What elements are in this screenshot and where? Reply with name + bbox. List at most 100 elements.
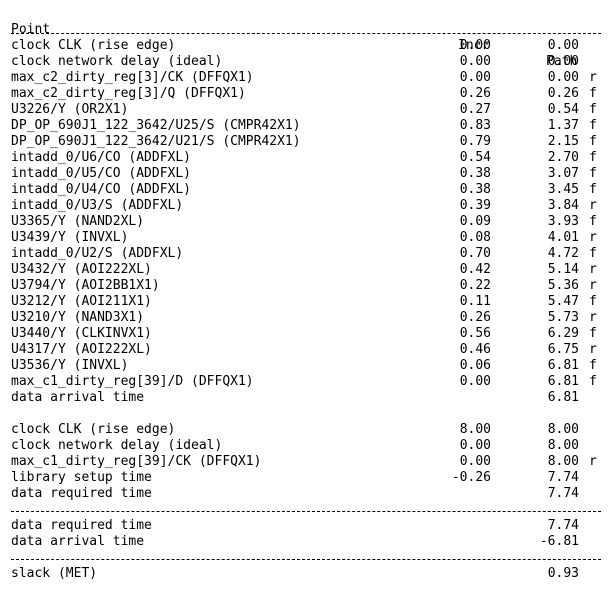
path-cell: 2.15	[547, 134, 579, 149]
separator-required	[11, 511, 601, 512]
incr-cell: 0.26	[459, 310, 491, 325]
edge-cell: f	[589, 246, 597, 261]
point-cell: U3794/Y (AOI2BB1X1)	[11, 278, 160, 293]
timing-row: data required time 7.74	[0, 486, 610, 502]
incr-cell: 0.00	[459, 38, 491, 53]
point-cell: intadd_0/U4/CO (ADDFXL)	[11, 182, 192, 197]
path-cell: 1.37	[547, 118, 579, 133]
path-cell: 0.93	[547, 566, 579, 581]
path-cell: 8.00	[547, 422, 579, 437]
point-cell: slack (MET)	[11, 566, 98, 581]
incr-cell: 0.46	[459, 342, 491, 357]
incr-cell: 0.70	[459, 246, 491, 261]
timing-row: U3432/Y (AOI222XL) 0.42 5.14 r	[0, 262, 610, 278]
edge-cell: f	[589, 374, 597, 389]
separator-slack	[11, 559, 601, 560]
path-cell: 0.00	[547, 38, 579, 53]
edge-cell: f	[589, 326, 597, 341]
path-cell: 0.00	[547, 54, 579, 69]
timing-row: U3212/Y (AOI211X1) 0.11 5.47 f	[0, 294, 610, 310]
incr-cell: 0.08	[459, 230, 491, 245]
timing-row: U3226/Y (OR2X1) 0.27 0.54 f	[0, 102, 610, 118]
path-cell: 8.00	[547, 438, 579, 453]
edge-cell: r	[589, 198, 597, 213]
point-cell: data required time	[11, 518, 152, 533]
path-cell: 7.74	[547, 486, 579, 501]
timing-row: U3440/Y (CLKINVX1) 0.56 6.29 f	[0, 326, 610, 342]
point-cell: U4317/Y (AOI222XL)	[11, 342, 152, 357]
path-cell: 5.14	[547, 262, 579, 277]
incr-cell: 0.00	[459, 438, 491, 453]
incr-cell: -0.26	[451, 470, 491, 485]
incr-cell: 0.00	[459, 54, 491, 69]
edge-cell: f	[589, 214, 597, 229]
path-cell: 0.26	[547, 86, 579, 101]
point-cell: clock CLK (rise edge)	[11, 38, 176, 53]
edge-cell: f	[589, 358, 597, 373]
timing-row: intadd_0/U5/CO (ADDFXL) 0.38 3.07 f	[0, 166, 610, 182]
incr-cell: 0.09	[459, 214, 491, 229]
path-cell: 4.72	[547, 246, 579, 261]
incr-cell: 0.11	[459, 294, 491, 309]
timing-row: data required time 7.74	[0, 518, 610, 534]
path-cell: 3.93	[547, 214, 579, 229]
edge-cell: f	[589, 150, 597, 165]
timing-row: library setup time -0.26 7.74	[0, 470, 610, 486]
timing-row: intadd_0/U2/S (ADDFXL) 0.70 4.72 f	[0, 246, 610, 262]
edge-cell: r	[589, 342, 597, 357]
incr-cell: 0.27	[459, 102, 491, 117]
point-cell: U3440/Y (CLKINVX1)	[11, 326, 152, 341]
header-row: Point Incr Path	[0, 6, 610, 69]
point-cell: max_c2_dirty_reg[3]/Q (DFFQX1)	[11, 86, 246, 101]
edge-cell: r	[589, 278, 597, 293]
point-cell: intadd_0/U6/CO (ADDFXL)	[11, 150, 192, 165]
point-cell: max_c1_dirty_reg[39]/CK (DFFQX1)	[11, 454, 262, 469]
timing-row: U3536/Y (INVXL) 0.06 6.81 f	[0, 358, 610, 374]
incr-cell: 0.83	[459, 118, 491, 133]
point-cell: intadd_0/U5/CO (ADDFXL)	[11, 166, 192, 181]
timing-row: intadd_0/U6/CO (ADDFXL) 0.54 2.70 f	[0, 150, 610, 166]
incr-cell: 0.00	[459, 454, 491, 469]
incr-cell: 0.00	[459, 70, 491, 85]
path-cell: 8.00	[547, 454, 579, 469]
timing-report: Point Incr Path clock CLK (rise edge) 0.0…	[0, 0, 610, 595]
point-cell: clock network delay (ideal)	[11, 438, 223, 453]
path-cell: -6.81	[539, 534, 579, 549]
timing-row: clock network delay (ideal) 0.00 0.00	[0, 54, 610, 70]
path-cell: 3.07	[547, 166, 579, 181]
timing-row: DP_OP_690J1_122_3642/U21/S (CMPR42X1) 0.7…	[0, 134, 610, 150]
incr-cell: 0.22	[459, 278, 491, 293]
timing-row: U3794/Y (AOI2BB1X1) 0.22 5.36 r	[0, 278, 610, 294]
timing-row: data arrival time -6.81	[0, 534, 610, 550]
path-cell: 0.00	[547, 70, 579, 85]
edge-cell: r	[589, 262, 597, 277]
path-cell: 3.45	[547, 182, 579, 197]
timing-row: max_c2_dirty_reg[3]/CK (DFFQX1) 0.00 0.00 r	[0, 70, 610, 86]
path-cell: 5.36	[547, 278, 579, 293]
incr-cell: 0.26	[459, 86, 491, 101]
path-cell: 4.01	[547, 230, 579, 245]
point-cell: clock CLK (rise edge)	[11, 422, 176, 437]
edge-cell: f	[589, 118, 597, 133]
incr-cell: 0.38	[459, 182, 491, 197]
path-cell: 6.29	[547, 326, 579, 341]
incr-cell: 0.56	[459, 326, 491, 341]
incr-cell: 0.79	[459, 134, 491, 149]
edge-cell: f	[589, 86, 597, 101]
path-cell: 2.70	[547, 150, 579, 165]
point-cell: library setup time	[11, 470, 152, 485]
timing-row: U3210/Y (NAND3X1) 0.26 5.73 r	[0, 310, 610, 326]
point-cell: U3536/Y (INVXL)	[11, 358, 129, 373]
point-cell: DP_OP_690J1_122_3642/U21/S (CMPR42X1)	[11, 134, 301, 149]
path-cell: 7.74	[547, 470, 579, 485]
edge-cell: r	[589, 454, 597, 469]
edge-cell: r	[589, 70, 597, 85]
path-cell: 5.73	[547, 310, 579, 325]
timing-row: DP_OP_690J1_122_3642/U25/S (CMPR42X1) 0.8…	[0, 118, 610, 134]
timing-row: slack (MET) 0.93	[0, 566, 610, 582]
incr-cell: 0.54	[459, 150, 491, 165]
point-cell: clock network delay (ideal)	[11, 54, 223, 69]
point-cell: DP_OP_690J1_122_3642/U25/S (CMPR42X1)	[11, 118, 301, 133]
timing-row: intadd_0/U4/CO (ADDFXL) 0.38 3.45 f	[0, 182, 610, 198]
point-cell: U3210/Y (NAND3X1)	[11, 310, 145, 325]
